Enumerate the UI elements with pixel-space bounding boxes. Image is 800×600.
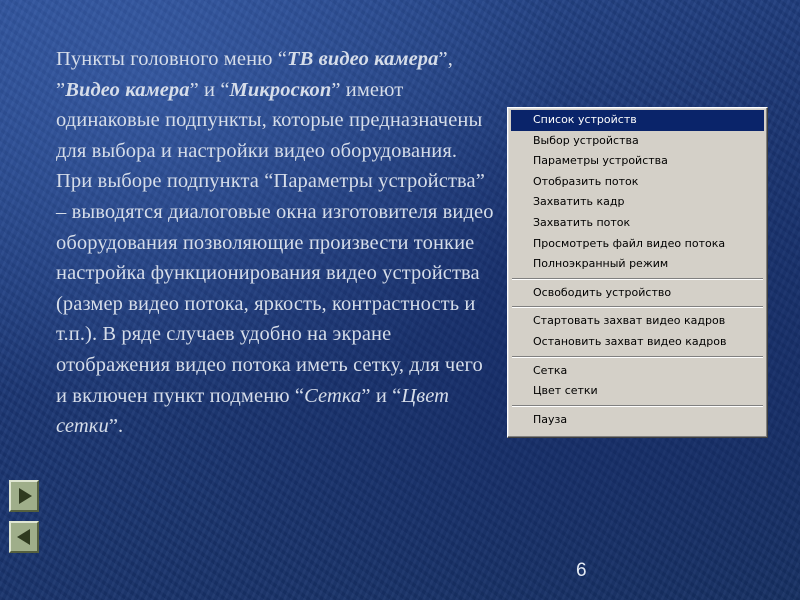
text-part: ” имеют одинаковые подпункты, которые пр…: [56, 78, 494, 407]
previous-slide-button[interactable]: [9, 521, 39, 553]
triangle-right-icon: [18, 488, 32, 504]
menu-item[interactable]: Освободить устройство: [511, 283, 764, 304]
text-part: ” и “: [189, 78, 230, 101]
menu-separator: [511, 353, 764, 361]
menu-item[interactable]: Отобразить поток: [511, 172, 764, 193]
page-number: 6: [576, 560, 587, 581]
triangle-left-icon: [16, 529, 30, 545]
text-part: Пункты головного меню “: [56, 48, 287, 70]
menu-item[interactable]: Параметры устройства: [511, 151, 764, 172]
text-menu-video-camera: Видео камера: [65, 78, 190, 101]
menu-item[interactable]: Захватить кадр: [511, 192, 764, 213]
menu-item[interactable]: Захватить поток: [511, 213, 764, 234]
menu-separator: [511, 402, 764, 410]
menu-item[interactable]: Полноэкранный режим: [511, 254, 764, 275]
menu-item[interactable]: Список устройств: [511, 110, 764, 131]
text-menu-tv-camera: ТВ видео камера: [286, 48, 439, 70]
device-context-menu: Список устройств Выбор устройства Параметр…: [507, 107, 768, 438]
menu-separator: [511, 303, 764, 311]
menu-item[interactable]: Пауза: [511, 410, 764, 431]
menu-item[interactable]: Выбор устройства: [511, 131, 764, 152]
next-slide-button[interactable]: [9, 480, 39, 512]
menu-item[interactable]: Просмотреть файл видео потока: [511, 234, 764, 255]
text-part: ”.: [108, 415, 124, 438]
menu-separator: [511, 275, 764, 283]
text-menu-microscope: Микроскоп: [229, 78, 332, 101]
menu-item[interactable]: Остановить захват видео кадров: [511, 332, 764, 353]
menu-item[interactable]: Цвет сетки: [511, 381, 764, 402]
menu-item[interactable]: Сетка: [511, 361, 764, 382]
menu-item[interactable]: Стартовать захват видео кадров: [511, 311, 764, 332]
text-item-grid: Сетка: [304, 384, 362, 407]
text-part: ” и “: [361, 384, 402, 407]
slide-body-text: Пункты головного меню “ТВ видео камера”,…: [56, 44, 496, 442]
